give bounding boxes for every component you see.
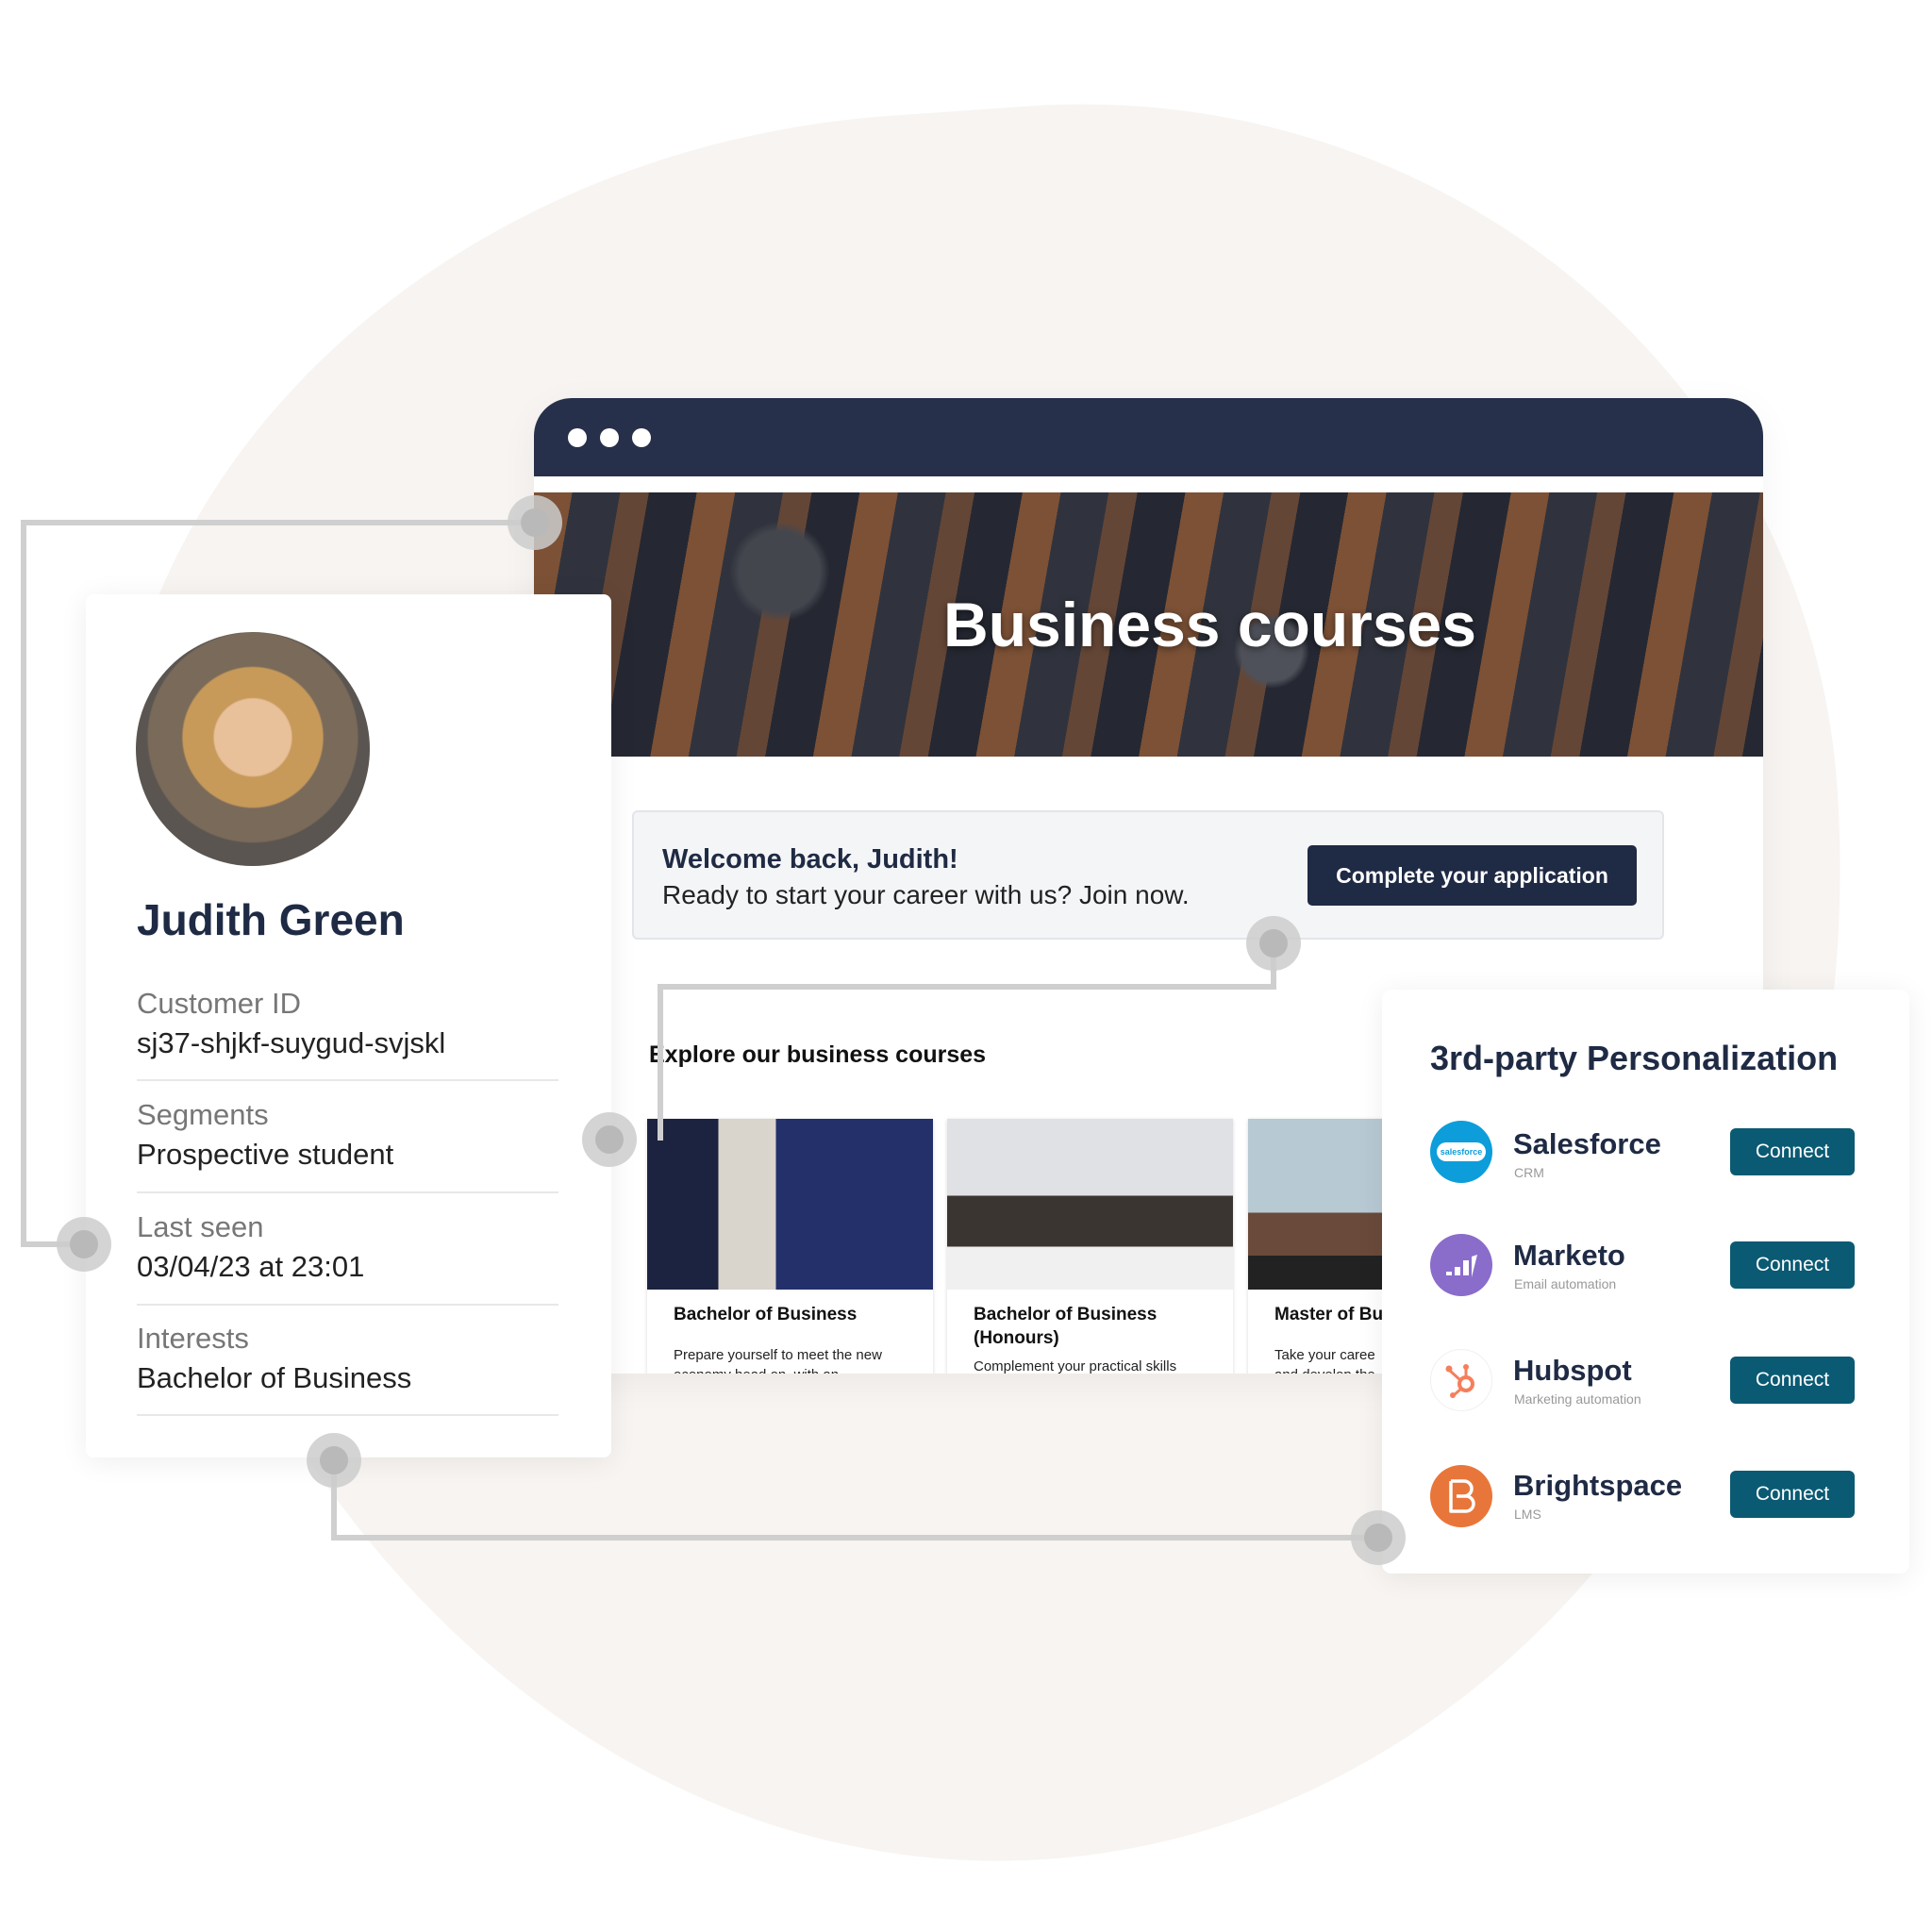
welcome-banner: Welcome back, Judith! Ready to start you… [632, 810, 1664, 940]
field-value: sj37-shjkf-suygud-svjskl [137, 1026, 446, 1059]
course-description: Complement your practical skills [974, 1358, 1177, 1374]
course-image [647, 1119, 933, 1290]
connector-line [21, 520, 535, 525]
divider [137, 1191, 558, 1193]
integration-name: Salesforce [1513, 1127, 1661, 1160]
field-label: Segments [137, 1098, 269, 1131]
connect-salesforce-button[interactable]: Connect [1730, 1128, 1855, 1175]
connector-node-icon [1246, 916, 1301, 971]
customer-name: Judith Green [137, 895, 405, 944]
customer-profile-card: Judith Green Customer ID sj37-shjkf-suyg… [86, 594, 611, 1457]
salesforce-logo-text: salesforce [1436, 1142, 1487, 1161]
window-dot-icon [568, 428, 587, 447]
connector-line [331, 1535, 1380, 1541]
course-description: Take your caree and develop the [1274, 1347, 1375, 1374]
course-card[interactable]: Bachelor of Business Prepare yourself to… [647, 1119, 933, 1374]
panel-title: 3rd-party Personalization [1430, 1039, 1839, 1077]
divider [137, 1414, 558, 1416]
connect-hubspot-button[interactable]: Connect [1730, 1357, 1855, 1404]
integration-category: Email automation [1514, 1276, 1617, 1291]
avatar [136, 632, 370, 866]
field-value: Bachelor of Business [137, 1361, 412, 1394]
integration-name: Hubspot [1513, 1354, 1632, 1387]
connector-line [658, 984, 1276, 990]
explore-heading: Explore our business courses [649, 1041, 987, 1068]
integration-name: Marketo [1513, 1239, 1625, 1272]
welcome-subtext: Ready to start your career with us? Join… [662, 880, 1190, 909]
field-value: 03/04/23 at 23:01 [137, 1250, 365, 1283]
marketo-bars-icon [1430, 1234, 1492, 1296]
connect-marketo-button[interactable]: Connect [1730, 1241, 1855, 1289]
field-label: Last seen [137, 1210, 264, 1243]
course-description: Prepare yourself to meet the new economy… [674, 1347, 882, 1374]
hubspot-sprocket-icon [1430, 1349, 1492, 1411]
course-title: Bachelor of Business (Honours) [974, 1305, 1158, 1348]
connector-node-icon [582, 1112, 637, 1167]
browser-titlebar [534, 398, 1763, 476]
connector-node-icon [57, 1217, 111, 1272]
hero-title: Business courses [943, 590, 1476, 659]
integration-category: Marketing automation [1514, 1391, 1641, 1407]
window-dot-icon [632, 428, 651, 447]
connector-node-icon [1351, 1510, 1406, 1565]
hero-banner: Business courses [534, 492, 1763, 757]
course-card[interactable]: Bachelor of Business (Honours) Complemen… [947, 1119, 1233, 1374]
brightspace-b-icon [1430, 1465, 1492, 1527]
divider [137, 1304, 558, 1306]
course-image [947, 1119, 1233, 1290]
complete-application-button[interactable]: Complete your application [1307, 845, 1637, 906]
connector-line [21, 520, 26, 1247]
field-label: Customer ID [137, 987, 301, 1020]
divider [137, 1079, 558, 1081]
welcome-heading: Welcome back, Judith! [662, 844, 958, 874]
integration-name: Brightspace [1513, 1469, 1683, 1502]
integrations-panel: 3rd-party Personalization salesforce Sal… [1382, 990, 1909, 1574]
integration-category: CRM [1514, 1165, 1544, 1180]
salesforce-cloud-icon: salesforce [1430, 1121, 1492, 1183]
window-dot-icon [600, 428, 619, 447]
connector-node-icon [307, 1433, 361, 1488]
integration-category: LMS [1514, 1507, 1541, 1522]
connect-brightspace-button[interactable]: Connect [1730, 1471, 1855, 1518]
connector-node-icon [508, 495, 562, 550]
course-title: Bachelor of Business [674, 1305, 858, 1324]
connector-line [658, 984, 663, 1141]
field-label: Interests [137, 1322, 249, 1355]
field-value: Prospective student [137, 1138, 394, 1171]
